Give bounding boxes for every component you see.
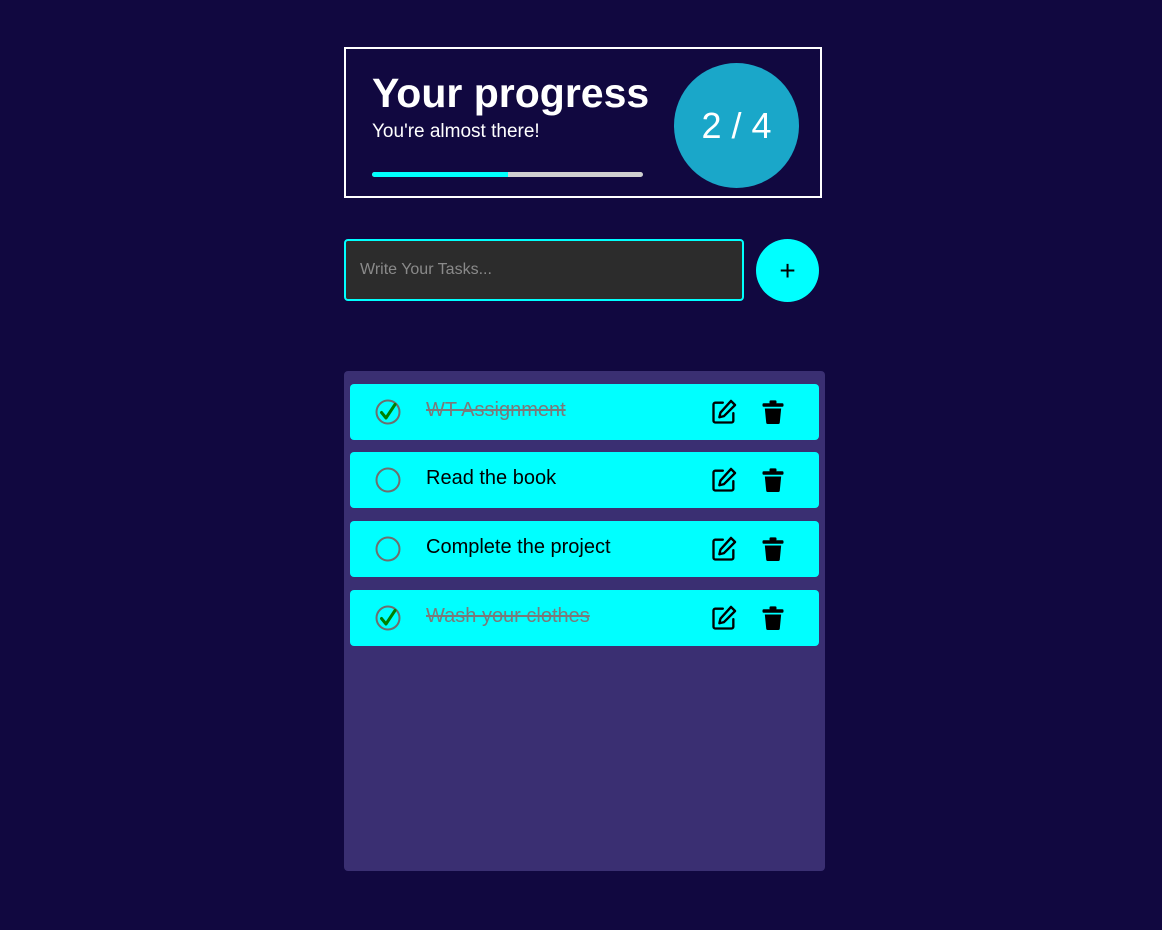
task-item: Read the book [350, 452, 819, 508]
add-task-button[interactable]: + [756, 239, 819, 302]
check-circle-icon[interactable] [375, 467, 401, 493]
progress-bar [372, 172, 643, 177]
progress-subtitle: You're almost there! [372, 121, 540, 142]
task-text: Wash your clothes [426, 605, 590, 627]
edit-icon[interactable] [710, 535, 738, 563]
task-text: WT Assignment [426, 399, 566, 421]
task-item: WT Assignment [350, 384, 819, 440]
task-text: Complete the project [426, 536, 611, 558]
trash-icon[interactable] [759, 466, 787, 494]
task-item: Wash your clothes [350, 590, 819, 646]
trash-icon[interactable] [759, 535, 787, 563]
task-item: Complete the project [350, 521, 819, 577]
edit-icon[interactable] [710, 604, 738, 632]
progress-title: Your progress [372, 70, 650, 116]
task-text: Read the book [426, 467, 557, 489]
progress-card: Your progress You're almost there! 2 / 4 [344, 47, 822, 198]
edit-icon[interactable] [710, 466, 738, 494]
check-circle-icon[interactable] [375, 399, 401, 425]
check-circle-icon[interactable] [375, 605, 401, 631]
task-input[interactable] [344, 239, 744, 301]
trash-icon[interactable] [759, 604, 787, 632]
trash-icon[interactable] [759, 398, 787, 426]
progress-bar-fill [372, 172, 508, 177]
check-circle-icon[interactable] [375, 536, 401, 562]
edit-icon[interactable] [710, 398, 738, 426]
task-list: WT Assignment Read the book Complete the… [344, 371, 825, 871]
progress-counter: 2 / 4 [674, 63, 799, 188]
